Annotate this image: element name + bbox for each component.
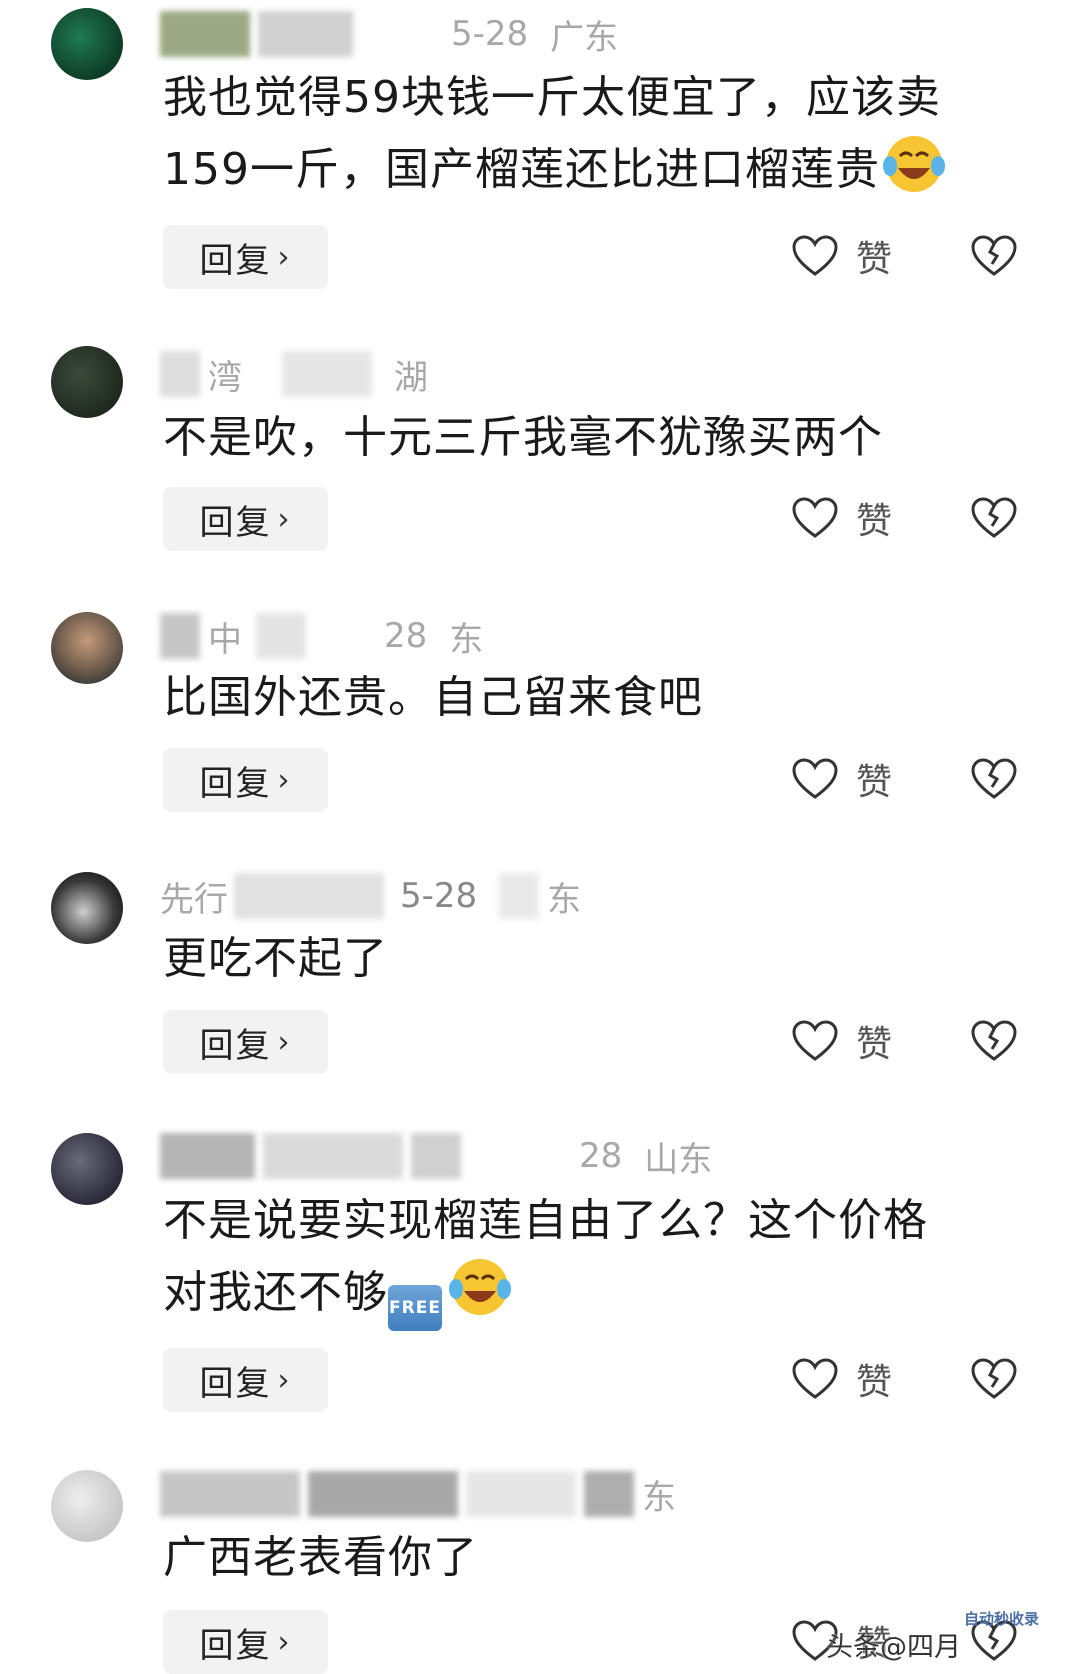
- avatar[interactable]: [51, 1133, 123, 1205]
- like-button[interactable]: 赞: [792, 224, 894, 288]
- broken-heart-icon[interactable]: [970, 494, 1018, 542]
- redacted-username: [256, 613, 306, 659]
- reply-button[interactable]: 回复 ›: [163, 225, 328, 289]
- comment-meta: 中 28 东: [160, 612, 483, 660]
- broken-heart-icon[interactable]: [970, 232, 1018, 280]
- free-badge-icon: FREE: [388, 1285, 442, 1331]
- comment-meta: 先行 5-28 东: [160, 872, 581, 920]
- redacted-username: [308, 1471, 458, 1517]
- comment-text: 比国外还贵。自己留来食吧: [163, 672, 703, 723]
- redacted-username: [258, 11, 353, 57]
- like-button[interactable]: 赞: [792, 747, 894, 811]
- reply-button[interactable]: 回复 ›: [163, 1010, 328, 1074]
- comment-username: 中: [208, 619, 242, 660]
- heart-icon: [792, 1020, 838, 1061]
- broken-heart-icon[interactable]: [970, 1355, 1018, 1403]
- chevron-right-icon: ›: [277, 762, 292, 798]
- comment-location: 山东: [644, 1139, 713, 1180]
- comment-location: 东: [547, 879, 582, 920]
- redacted-username: [160, 613, 200, 659]
- comment-text: 不是吹，十元三斤我毫不犹豫买两个: [163, 412, 883, 463]
- comment-meta: 湾 湖: [160, 350, 428, 398]
- comment-meta: 28 山东: [160, 1132, 712, 1180]
- laughing-crying-emoji-icon: [449, 1259, 511, 1315]
- redacted-username: [263, 1133, 403, 1179]
- reply-button[interactable]: 回复 ›: [163, 748, 328, 812]
- comment-date: 5-28: [400, 876, 478, 916]
- broken-heart-icon[interactable]: [970, 755, 1018, 803]
- reply-button[interactable]: 回复 ›: [163, 1348, 328, 1412]
- comment-meta: 东: [160, 1470, 676, 1518]
- comment-date: 28: [579, 1136, 623, 1176]
- reply-button[interactable]: 回复 ›: [163, 487, 328, 551]
- comment-location: 东: [642, 1477, 676, 1518]
- avatar[interactable]: [51, 612, 123, 684]
- avatar[interactable]: [51, 1470, 123, 1542]
- redacted-username: [160, 11, 250, 57]
- redacted-date: [282, 351, 372, 397]
- redacted-username: [466, 1471, 576, 1517]
- chevron-right-icon: ›: [277, 1024, 292, 1060]
- like-button[interactable]: 赞: [792, 1009, 894, 1073]
- chevron-right-icon: ›: [277, 501, 292, 537]
- comment-location: 广东: [550, 17, 619, 58]
- comment-location: 东: [449, 619, 484, 660]
- redacted-username: [160, 351, 200, 397]
- redacted-username: [234, 873, 384, 919]
- chevron-right-icon: ›: [277, 239, 292, 275]
- redacted-username: [160, 1133, 255, 1179]
- comment-username: 湾: [208, 357, 242, 398]
- heart-icon: [792, 758, 838, 799]
- redacted-username: [411, 1133, 461, 1179]
- broken-heart-icon[interactable]: [970, 1017, 1018, 1065]
- comment-username: 先行: [160, 879, 228, 920]
- comment-text: 不是说要实现榴莲自由了么？这个价格 对我还不够FREE: [163, 1187, 1023, 1331]
- redacted-location: [584, 1471, 634, 1517]
- comment-date: 5-28: [451, 14, 529, 54]
- like-button[interactable]: 赞: [792, 1347, 894, 1411]
- chevron-right-icon: ›: [277, 1362, 292, 1398]
- heart-icon: [792, 1358, 838, 1399]
- comment-text: 广西老表看你了: [163, 1532, 478, 1583]
- comment-text: 更吃不起了: [163, 933, 388, 984]
- avatar[interactable]: [51, 346, 123, 418]
- redacted-username: [160, 1471, 300, 1517]
- like-button[interactable]: 赞: [792, 486, 894, 550]
- avatar[interactable]: [51, 8, 123, 80]
- heart-icon: [792, 497, 838, 538]
- comment-date: 28: [384, 616, 428, 656]
- comment-location: 湖: [394, 357, 428, 398]
- watermark-text: 头条@四月: [826, 1632, 961, 1663]
- watermark-logo: 自动秒收录: [964, 1610, 1040, 1628]
- heart-icon: [792, 235, 838, 276]
- comment-text: 我也觉得59块钱一斤太便宜了，应该卖159一斤，国产榴莲还比进口榴莲贵: [163, 64, 1023, 204]
- comment-meta: 5-28 广东: [160, 10, 618, 58]
- laughing-crying-emoji-icon: [882, 136, 945, 192]
- reply-button[interactable]: 回复 ›: [163, 1610, 328, 1674]
- redacted-location: [499, 873, 540, 919]
- avatar[interactable]: [51, 872, 123, 944]
- chevron-right-icon: ›: [277, 1624, 292, 1660]
